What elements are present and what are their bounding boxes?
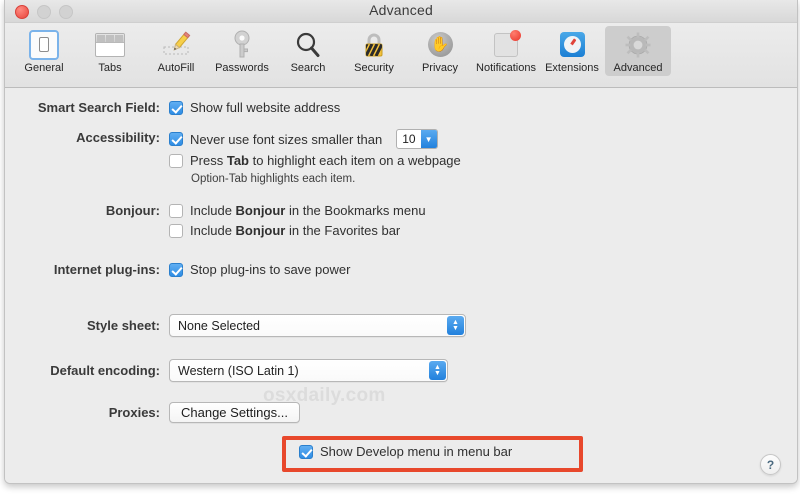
- checkbox-label: Show Develop menu in menu bar: [320, 443, 512, 460]
- checkbox-label: Show full website address: [190, 99, 340, 116]
- toolbar-label-search: Search: [275, 62, 341, 74]
- toolbar-item-privacy[interactable]: ✋ Privacy: [407, 26, 473, 76]
- label-smart-search-field: Smart Search Field:: [5, 99, 169, 116]
- tabs-icon: [77, 29, 143, 60]
- hand-icon: ✋: [407, 29, 473, 60]
- chevron-down-icon[interactable]: ▼: [421, 130, 437, 148]
- checkbox-label: Include Bonjour in the Bookmarks menu: [190, 202, 426, 219]
- toolbar-label-extensions: Extensions: [539, 62, 605, 74]
- checkbox-box[interactable]: [169, 204, 183, 218]
- checkbox-minimum-font-size[interactable]: Never use font sizes smaller than 10 ▼: [169, 129, 461, 149]
- toolbar-item-passwords[interactable]: Passwords: [209, 26, 275, 76]
- magnifier-icon: [275, 29, 341, 60]
- default-encoding-popup[interactable]: Western (ISO Latin 1) ▲▼: [169, 359, 448, 382]
- row-default-encoding: Default encoding: Western (ISO Latin 1) …: [5, 359, 448, 382]
- toolbar-item-autofill[interactable]: AutoFill: [143, 26, 209, 76]
- checkbox-label: Press Tab to highlight each item on a we…: [190, 152, 461, 169]
- label-accessibility: Accessibility:: [5, 129, 169, 146]
- toolbar-item-advanced[interactable]: Advanced: [605, 26, 671, 76]
- checkbox-label: Stop plug-ins to save power: [190, 261, 350, 278]
- checkbox-box[interactable]: [169, 132, 183, 146]
- preferences-toolbar: General Tabs AutoFill: [5, 23, 797, 88]
- toolbar-label-notifications: Notifications: [473, 62, 539, 74]
- accessibility-hint-text: Option-Tab highlights each item.: [169, 173, 461, 185]
- extension-puzzle-icon: [539, 29, 605, 60]
- window-titlebar: Advanced: [5, 0, 797, 23]
- change-settings-button[interactable]: Change Settings...: [169, 402, 300, 423]
- preferences-window: Advanced General Tabs: [4, 0, 798, 484]
- window-title: Advanced: [5, 2, 797, 18]
- checkbox-bonjour-bookmarks-menu[interactable]: Include Bonjour in the Bookmarks menu: [169, 202, 426, 219]
- row-style-sheet: Style sheet: None Selected ▲▼: [5, 314, 466, 337]
- label-bonjour: Bonjour:: [5, 202, 169, 219]
- checkbox-box[interactable]: [299, 445, 313, 459]
- minimum-font-size-value: 10: [397, 130, 420, 148]
- toolbar-label-passwords: Passwords: [209, 62, 275, 74]
- toolbar-item-general[interactable]: General: [11, 26, 77, 76]
- gear-icon: [605, 29, 671, 60]
- checkbox-show-develop-menu[interactable]: Show Develop menu in menu bar: [299, 443, 512, 460]
- toolbar-item-security[interactable]: Security: [341, 26, 407, 76]
- checkbox-stop-plugins-save-power[interactable]: Stop plug-ins to save power: [169, 261, 350, 278]
- row-accessibility: Accessibility: Never use font sizes smal…: [5, 129, 461, 185]
- checkbox-box[interactable]: [169, 263, 183, 277]
- label-style-sheet: Style sheet:: [5, 317, 169, 334]
- padlock-icon: [341, 29, 407, 60]
- notification-icon: [473, 29, 539, 60]
- checkbox-label: Include Bonjour in the Favorites bar: [190, 222, 400, 239]
- help-button[interactable]: ?: [760, 454, 781, 475]
- toolbar-label-security: Security: [341, 62, 407, 74]
- row-bonjour: Bonjour: Include Bonjour in the Bookmark…: [5, 202, 426, 239]
- pencil-icon: [143, 29, 209, 60]
- device-icon: [11, 29, 77, 60]
- checkbox-show-full-website-address[interactable]: Show full website address: [169, 99, 340, 116]
- screenshot-root: Advanced General Tabs: [0, 0, 800, 500]
- key-icon: [209, 29, 275, 60]
- toolbar-label-privacy: Privacy: [407, 62, 473, 74]
- chevron-updown-icon[interactable]: ▲▼: [447, 316, 464, 335]
- toolbar-label-tabs: Tabs: [77, 62, 143, 74]
- checkbox-box[interactable]: [169, 224, 183, 238]
- style-sheet-value: None Selected: [170, 319, 260, 333]
- default-encoding-value: Western (ISO Latin 1): [170, 364, 299, 378]
- toolbar-item-extensions[interactable]: Extensions: [539, 26, 605, 76]
- toolbar-label-general: General: [11, 62, 77, 74]
- checkbox-bonjour-favorites-bar[interactable]: Include Bonjour in the Favorites bar: [169, 222, 426, 239]
- toolbar-item-notifications[interactable]: Notifications: [473, 26, 539, 76]
- checkbox-box[interactable]: [169, 101, 183, 115]
- checkbox-box[interactable]: [169, 154, 183, 168]
- chevron-updown-icon[interactable]: ▲▼: [429, 361, 446, 380]
- checkbox-press-tab-highlight[interactable]: Press Tab to highlight each item on a we…: [169, 152, 461, 169]
- row-internet-plugins: Internet plug-ins: Stop plug-ins to save…: [5, 261, 350, 278]
- style-sheet-popup[interactable]: None Selected ▲▼: [169, 314, 466, 337]
- toolbar-label-autofill: AutoFill: [143, 62, 209, 74]
- label-proxies: Proxies:: [5, 404, 169, 421]
- row-smart-search-field: Smart Search Field: Show full website ad…: [5, 99, 340, 116]
- row-proxies: Proxies: Change Settings...: [5, 402, 300, 423]
- label-internet-plugins: Internet plug-ins:: [5, 261, 169, 278]
- minimum-font-size-popup[interactable]: 10 ▼: [396, 129, 437, 149]
- toolbar-label-advanced: Advanced: [605, 62, 671, 74]
- checkbox-label: Never use font sizes smaller than: [190, 131, 382, 148]
- advanced-settings-pane: osxdaily.com Smart Search Field: Show fu…: [5, 88, 797, 484]
- toolbar-item-tabs[interactable]: Tabs: [77, 26, 143, 76]
- label-default-encoding: Default encoding:: [5, 362, 169, 379]
- row-develop-menu: Show Develop menu in menu bar: [5, 443, 512, 460]
- toolbar-item-search[interactable]: Search: [275, 26, 341, 76]
